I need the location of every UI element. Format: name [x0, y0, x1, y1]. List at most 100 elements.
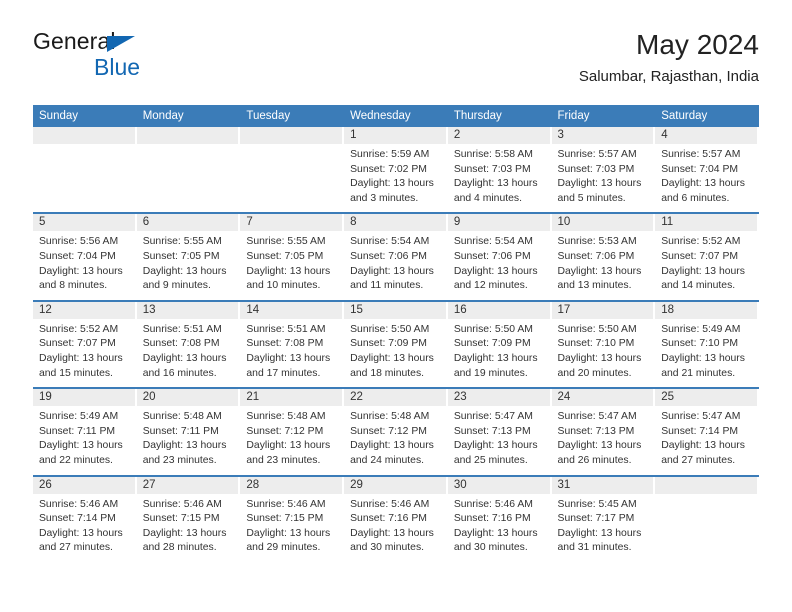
daylight-duration-line-2: and 11 minutes.	[350, 280, 424, 292]
calendar-day-cell[interactable]: 13 Sunrise: 5:51 AM Sunset: 7:08 PM Dayligh…	[136, 299, 241, 389]
calendar-day-cell[interactable]: 23 Sunrise: 5:47 AM Sunset: 7:13 PM Dayligh…	[447, 387, 552, 476]
calendar-day-cell[interactable]: 7 Sunrise: 5:55 AM Sunset: 7:05 PM Daylight…	[240, 212, 345, 301]
daylight-duration-line-1: Daylight: 13 hours	[557, 178, 642, 190]
sunset-time: Sunset: 7:04 PM	[39, 250, 116, 262]
calendar-day-cell[interactable]: 30 Sunrise: 5:46 AM Sunset: 7:16 PM Dayligh…	[447, 474, 552, 562]
calendar-day-cell[interactable]: 20 Sunrise: 5:48 AM Sunset: 7:11 PM Dayligh…	[136, 387, 241, 476]
page-subtitle: Salumbar, Rajasthan, India	[578, 68, 759, 85]
day-number: 8	[344, 214, 448, 232]
daylight-duration-line-2: and 3 minutes.	[350, 192, 419, 204]
daylight-duration-line-1: Daylight: 13 hours	[350, 265, 434, 277]
sunrise-time: Sunrise: 5:50 AM	[350, 323, 430, 335]
calendar-day-cell[interactable]: 29 Sunrise: 5:46 AM Sunset: 7:16 PM Dayligh…	[344, 474, 448, 562]
calendar-day-cell[interactable]: 24 Sunrise: 5:47 AM Sunset: 7:13 PM Dayligh…	[551, 387, 656, 476]
sunset-time: Sunset: 7:14 PM	[39, 513, 116, 525]
calendar-week-row: 12 Sunrise: 5:52 AM Sunset: 7:07 PM Dayligh…	[33, 299, 759, 389]
calendar-header-row: Sunday Monday Tuesday Wednesday Thursday Frid…	[33, 105, 759, 127]
calendar-day-cell[interactable]: 15 Sunrise: 5:50 AM Sunset: 7:09 PM Dayligh…	[344, 299, 448, 389]
daylight-duration-line-2: and 21 minutes.	[661, 367, 736, 379]
daylight-duration-line-2: and 30 minutes.	[453, 542, 528, 554]
daylight-duration-line-2: and 18 minutes.	[350, 367, 425, 379]
calendar-day-cell[interactable]: 14 Sunrise: 5:51 AM Sunset: 7:08 PM Dayligh…	[240, 299, 345, 389]
day-number: 18	[655, 301, 759, 319]
sunrise-time: Sunrise: 5:52 AM	[39, 323, 119, 335]
day-details: Sunrise: 5:47 AM Sunset: 7:13 PM Daylight:…	[552, 406, 656, 474]
page-title: May 2024	[636, 29, 759, 60]
sunrise-time: Sunrise: 5:51 AM	[142, 323, 222, 335]
sunset-time: Sunset: 7:06 PM	[350, 250, 427, 262]
calendar-day-cell[interactable]: 3 Sunrise: 5:57 AM Sunset: 7:03 PM Daylight…	[551, 127, 656, 214]
calendar-day-cell[interactable]: 12 Sunrise: 5:52 AM Sunset: 7:07 PM Dayligh…	[33, 299, 137, 389]
day-number: 29	[344, 476, 448, 494]
day-number: 21	[240, 389, 345, 407]
day-details: Sunrise: 5:50 AM Sunset: 7:09 PM Daylight:…	[344, 319, 448, 387]
calendar-day-cell[interactable]: 11 Sunrise: 5:52 AM Sunset: 7:07 PM Dayligh…	[655, 212, 759, 301]
calendar-day-cell[interactable]: 9 Sunrise: 5:54 AM Sunset: 7:06 PM Daylight…	[447, 212, 552, 301]
day-number: 1	[344, 127, 448, 144]
daylight-duration-line-1: Daylight: 13 hours	[557, 352, 642, 364]
sunrise-time: Sunrise: 5:54 AM	[350, 236, 430, 248]
calendar-day-cell[interactable]: 5 Sunrise: 5:56 AM Sunset: 7:04 PM Daylight…	[33, 212, 137, 301]
calendar-day-cell[interactable]: 28 Sunrise: 5:46 AM Sunset: 7:15 PM Dayligh…	[240, 474, 345, 562]
sunrise-time: Sunrise: 5:56 AM	[39, 236, 119, 248]
daylight-duration-line-1: Daylight: 13 hours	[557, 265, 642, 277]
sunrise-time: Sunrise: 5:51 AM	[246, 323, 326, 335]
weekday-header-wednesday: Wednesday	[344, 105, 448, 127]
daylight-duration-line-1: Daylight: 13 hours	[557, 527, 642, 539]
day-number: 17	[551, 301, 656, 319]
daylight-duration-line-2: and 12 minutes.	[453, 280, 528, 292]
sunrise-time: Sunrise: 5:49 AM	[661, 323, 741, 335]
sunset-time: Sunset: 7:12 PM	[350, 425, 427, 437]
sunset-time: Sunset: 7:10 PM	[661, 338, 739, 350]
sunrise-time: Sunrise: 5:45 AM	[557, 498, 637, 510]
daylight-duration-line-2: and 30 minutes.	[350, 542, 425, 554]
sunrise-time: Sunrise: 5:48 AM	[350, 411, 430, 423]
calendar-day-cell[interactable]: 25 Sunrise: 5:47 AM Sunset: 7:14 PM Dayligh…	[655, 387, 759, 476]
sunset-time: Sunset: 7:15 PM	[142, 513, 220, 525]
sunset-time: Sunset: 7:02 PM	[350, 163, 427, 175]
sunset-time: Sunset: 7:08 PM	[142, 338, 220, 350]
sunset-time: Sunset: 7:10 PM	[557, 338, 635, 350]
day-number: 16	[447, 301, 552, 319]
sunset-time: Sunset: 7:12 PM	[246, 425, 324, 437]
daylight-duration-line-2: and 20 minutes.	[557, 367, 632, 379]
day-number: 12	[33, 301, 137, 319]
general-blue-logo[interactable]: General Blue	[33, 28, 333, 88]
day-details: Sunrise: 5:49 AM Sunset: 7:11 PM Daylight:…	[33, 406, 137, 474]
daylight-duration-line-1: Daylight: 13 hours	[557, 440, 642, 452]
calendar-day-cell[interactable]: 19 Sunrise: 5:49 AM Sunset: 7:11 PM Dayligh…	[33, 387, 137, 476]
daylight-duration-line-1: Daylight: 13 hours	[453, 265, 538, 277]
day-details: Sunrise: 5:49 AM Sunset: 7:10 PM Daylight:…	[655, 319, 759, 387]
calendar-day-cell[interactable]: 22 Sunrise: 5:48 AM Sunset: 7:12 PM Dayligh…	[344, 387, 448, 476]
calendar-day-cell[interactable]: 4 Sunrise: 5:57 AM Sunset: 7:04 PM Daylight…	[655, 127, 759, 214]
sunset-time: Sunset: 7:05 PM	[142, 250, 220, 262]
weekday-header-saturday: Saturday	[655, 105, 759, 127]
daylight-duration-line-1: Daylight: 13 hours	[453, 440, 538, 452]
sunset-time: Sunset: 7:17 PM	[557, 513, 635, 525]
calendar-day-cell[interactable]: 16 Sunrise: 5:50 AM Sunset: 7:09 PM Dayligh…	[447, 299, 552, 389]
weekday-header-friday: Friday	[551, 105, 656, 127]
calendar-day-cell[interactable]: 17 Sunrise: 5:50 AM Sunset: 7:10 PM Dayligh…	[551, 299, 656, 389]
day-details: Sunrise: 5:56 AM Sunset: 7:04 PM Daylight:…	[33, 231, 137, 299]
calendar-day-cell[interactable]: 1 Sunrise: 5:59 AM Sunset: 7:02 PM Daylight…	[344, 127, 448, 214]
calendar-day-cell[interactable]: 26 Sunrise: 5:46 AM Sunset: 7:14 PM Dayligh…	[33, 474, 137, 562]
calendar-day-cell[interactable]: 31 Sunrise: 5:45 AM Sunset: 7:17 PM Dayligh…	[551, 474, 656, 562]
day-details: Sunrise: 5:52 AM Sunset: 7:07 PM Daylight:…	[33, 319, 137, 387]
calendar-day-cell[interactable]: 2 Sunrise: 5:58 AM Sunset: 7:03 PM Daylight…	[447, 127, 552, 214]
day-details	[655, 494, 759, 560]
calendar-day-cell[interactable]: 27 Sunrise: 5:46 AM Sunset: 7:15 PM Dayligh…	[136, 474, 241, 562]
daylight-duration-line-2: and 15 minutes.	[39, 367, 113, 379]
day-details: Sunrise: 5:54 AM Sunset: 7:06 PM Daylight:…	[448, 231, 552, 299]
calendar-day-cell[interactable]: 18 Sunrise: 5:49 AM Sunset: 7:10 PM Dayligh…	[655, 299, 759, 389]
calendar-day-cell[interactable]: 10 Sunrise: 5:53 AM Sunset: 7:06 PM Dayligh…	[551, 212, 656, 301]
daylight-duration-line-1: Daylight: 13 hours	[246, 527, 331, 539]
day-details: Sunrise: 5:51 AM Sunset: 7:08 PM Daylight:…	[240, 319, 344, 387]
sunset-time: Sunset: 7:03 PM	[557, 163, 635, 175]
calendar-day-cell[interactable]: 8 Sunrise: 5:54 AM Sunset: 7:06 PM Daylight…	[344, 212, 448, 301]
calendar-week-row: 19 Sunrise: 5:49 AM Sunset: 7:11 PM Dayligh…	[33, 387, 759, 476]
calendar-day-cell[interactable]: 6 Sunrise: 5:55 AM Sunset: 7:05 PM Daylight…	[136, 212, 241, 301]
calendar-day-cell[interactable]: 21 Sunrise: 5:48 AM Sunset: 7:12 PM Dayligh…	[240, 387, 345, 476]
day-number: 13	[136, 301, 241, 319]
sunrise-time: Sunrise: 5:50 AM	[557, 323, 637, 335]
day-details: Sunrise: 5:50 AM Sunset: 7:10 PM Daylight:…	[552, 319, 656, 387]
